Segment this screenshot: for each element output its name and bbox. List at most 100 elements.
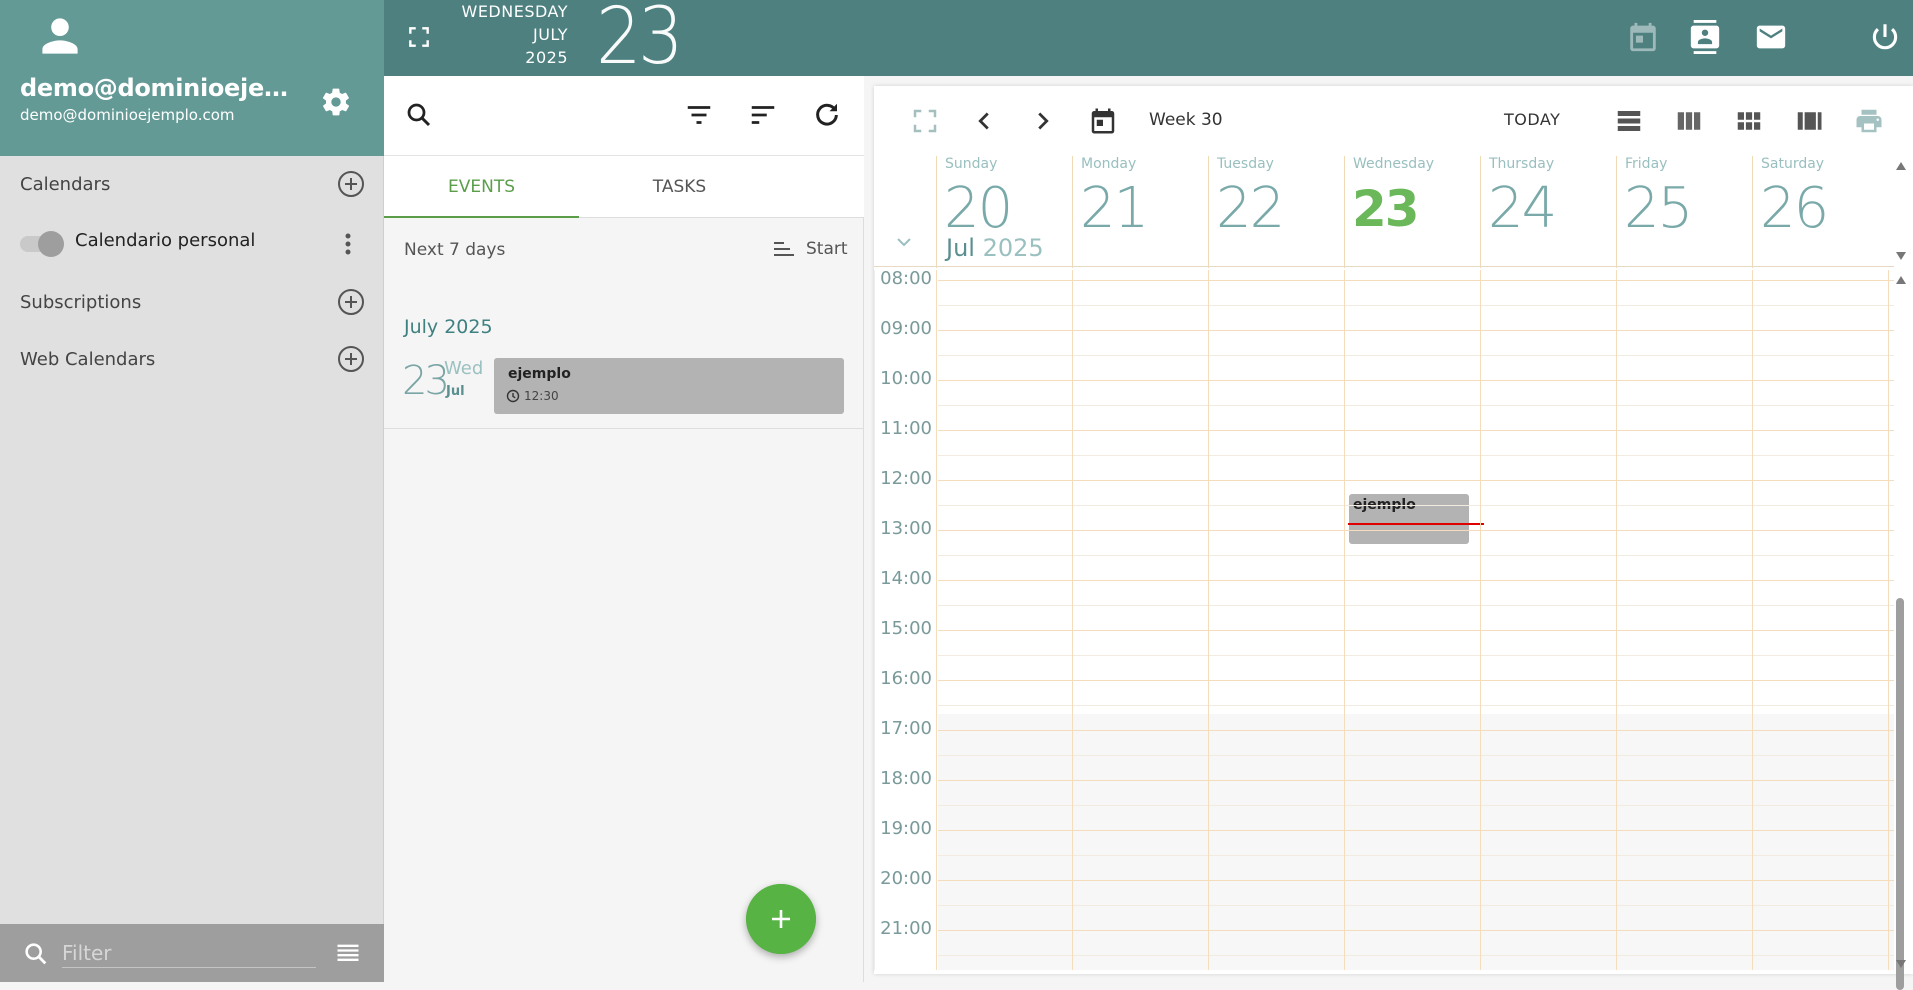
user-profile: demo@dominioejemplo.com demo@dominioejem… xyxy=(0,0,384,156)
hour-label: 13:00 xyxy=(880,518,932,539)
day-number: 26 xyxy=(1760,176,1829,241)
date-picker-icon[interactable] xyxy=(1088,106,1118,136)
hour-label: 16:00 xyxy=(880,668,932,689)
user-email: demo@dominioejemplo.com xyxy=(20,106,235,124)
filter-bar xyxy=(0,924,384,982)
half-hour-line xyxy=(938,305,1894,306)
scroll-down-icon[interactable] xyxy=(1896,252,1906,260)
list-tabs: EVENTS TASKS xyxy=(384,156,864,218)
event-list-panel: EVENTS TASKS Next 7 days Start July 2025… xyxy=(384,76,864,982)
chevron-right-icon[interactable] xyxy=(1028,106,1058,136)
off-hours-shading xyxy=(938,714,1894,970)
chevron-down-icon[interactable] xyxy=(894,232,914,252)
calendar-panel: Week 30 TODAY Sunday 20 Monday 21 Tuesday 22 W… xyxy=(874,86,1913,990)
calendar-icon[interactable] xyxy=(1626,20,1660,54)
scroll-up-icon[interactable] xyxy=(1896,276,1906,284)
week-label: Week 30 xyxy=(1149,110,1223,130)
day-view-icon[interactable] xyxy=(1614,106,1644,136)
add-calendar-icon[interactable] xyxy=(337,170,365,198)
hour-label: 18:00 xyxy=(880,768,932,789)
current-date-words: WEDNESDAY JULY 2025 xyxy=(444,0,568,69)
day-header-monday[interactable]: Monday 21 xyxy=(1072,156,1208,268)
week-view-icon[interactable] xyxy=(1674,106,1704,136)
day-number: 23 xyxy=(1352,180,1420,238)
day-number: 24 xyxy=(1488,176,1557,241)
filter-icon[interactable] xyxy=(684,100,714,130)
day-header-wednesday[interactable]: Wednesday 23 xyxy=(1344,156,1480,268)
event-month: Jul xyxy=(446,384,465,399)
more-options-icon[interactable] xyxy=(338,230,358,258)
contacts-icon[interactable] xyxy=(1688,20,1722,54)
day-column-line xyxy=(1072,270,1073,970)
hour-label: 11:00 xyxy=(880,418,932,439)
range-label[interactable]: Next 7 days xyxy=(404,240,505,260)
calendar-name[interactable]: Calendario personal xyxy=(75,230,255,251)
event-day-number: 23 xyxy=(402,358,450,404)
grid-scrollbar[interactable] xyxy=(1896,270,1904,990)
scrollbar-thumb[interactable] xyxy=(1896,598,1904,990)
user-avatar-icon xyxy=(42,18,78,54)
print-icon[interactable] xyxy=(1854,106,1884,136)
tab-tasks[interactable]: TASKS xyxy=(582,156,777,218)
list-icon[interactable] xyxy=(334,940,362,968)
current-weekday: WEDNESDAY xyxy=(461,2,568,21)
top-header: WEDNESDAY JULY 2025 23 xyxy=(384,0,1913,82)
scroll-down-icon[interactable] xyxy=(1896,960,1906,968)
filter-input[interactable] xyxy=(62,938,316,968)
day-header-friday[interactable]: Friday 25 xyxy=(1616,156,1752,268)
half-hour-line xyxy=(938,905,1894,906)
hour-line xyxy=(938,430,1894,431)
current-year: 2025 xyxy=(525,48,568,67)
add-web-calendar-icon[interactable] xyxy=(337,345,365,373)
sort-start-button[interactable]: Start xyxy=(772,239,848,259)
day-number: 25 xyxy=(1624,176,1693,241)
event-card[interactable]: ejemplo 12:30 xyxy=(494,358,844,414)
add-subscription-icon[interactable] xyxy=(337,288,365,316)
hour-line xyxy=(938,380,1894,381)
hour-line xyxy=(938,880,1894,881)
hour-line xyxy=(938,780,1894,781)
day-column-line xyxy=(936,270,937,970)
fullscreen-icon[interactable] xyxy=(406,24,432,50)
chevron-left-icon[interactable] xyxy=(969,106,999,136)
power-icon[interactable] xyxy=(1868,20,1902,54)
gear-icon[interactable] xyxy=(320,86,352,118)
day-header-tuesday[interactable]: Tuesday 22 xyxy=(1208,156,1344,268)
half-hour-line xyxy=(938,555,1894,556)
day-header-thursday[interactable]: Thursday 24 xyxy=(1480,156,1616,268)
hour-label: 19:00 xyxy=(880,818,932,839)
fullscreen-icon[interactable] xyxy=(910,106,940,136)
half-hour-line xyxy=(938,355,1894,356)
mail-icon[interactable] xyxy=(1754,20,1788,54)
day-header-saturday[interactable]: Saturday 26 xyxy=(1752,156,1888,268)
day-number: 20 xyxy=(944,176,1013,241)
hour-label: 17:00 xyxy=(880,718,932,739)
month-view-icon[interactable] xyxy=(1734,106,1764,136)
day-name: Thursday xyxy=(1489,156,1555,172)
calendar-event[interactable]: ejemplo xyxy=(1349,494,1469,544)
calendar-toggle[interactable] xyxy=(20,231,66,257)
day-number: 21 xyxy=(1080,176,1149,241)
sort-lines-icon xyxy=(774,242,794,256)
sort-icon[interactable] xyxy=(748,100,778,130)
tab-events[interactable]: EVENTS xyxy=(384,156,579,218)
current-day: 23 xyxy=(596,0,684,82)
header-scrollbar[interactable] xyxy=(1896,160,1904,260)
half-hour-line xyxy=(938,755,1894,756)
today-button[interactable]: TODAY xyxy=(1504,110,1560,129)
scroll-up-icon[interactable] xyxy=(1896,162,1906,170)
clock-icon xyxy=(506,389,520,403)
subscriptions-heading: Subscriptions xyxy=(20,292,142,313)
search-icon[interactable] xyxy=(404,100,434,130)
refresh-icon[interactable] xyxy=(812,100,842,130)
hour-line xyxy=(938,930,1894,931)
hour-line xyxy=(938,530,1894,531)
multi-column-view-icon[interactable] xyxy=(1794,106,1824,136)
half-hour-line xyxy=(938,705,1894,706)
header-divider xyxy=(874,266,1894,267)
half-hour-line xyxy=(938,405,1894,406)
hour-line xyxy=(938,580,1894,581)
event-title: ejemplo xyxy=(508,366,571,382)
half-hour-line xyxy=(938,855,1894,856)
add-event-button[interactable] xyxy=(746,884,816,954)
